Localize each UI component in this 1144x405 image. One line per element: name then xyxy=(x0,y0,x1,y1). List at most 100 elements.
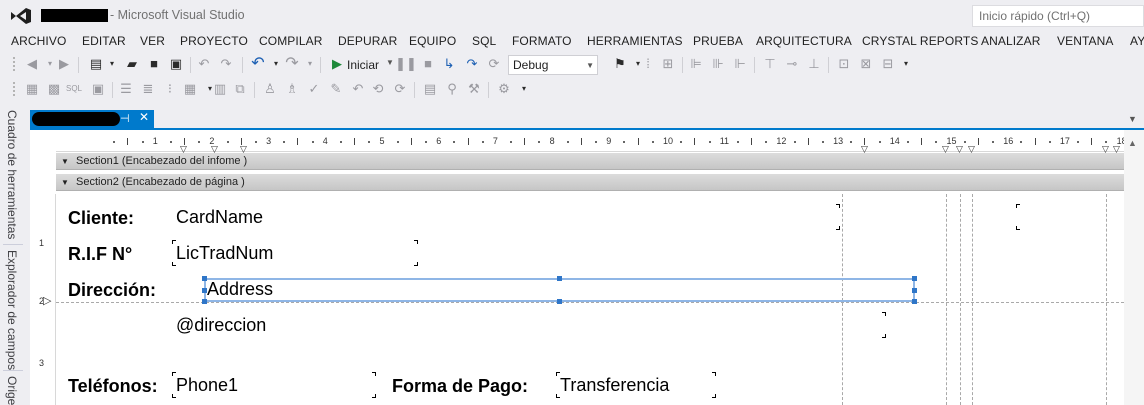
pencil-icon[interactable]: ✎ xyxy=(328,81,344,97)
resize-handle[interactable] xyxy=(912,299,917,304)
redo-disabled-icon[interactable]: ↷ xyxy=(218,56,234,72)
redo-dropdown-icon[interactable]: ▾ xyxy=(302,56,318,72)
menu-formato[interactable]: FORMATO xyxy=(512,34,572,48)
side-tab-field-explorer[interactable]: Explorador de campos xyxy=(5,250,19,370)
align-rights-icon[interactable]: ⊩ xyxy=(732,56,748,72)
toolbar-overflow-icon[interactable]: ▾ xyxy=(898,56,914,72)
start-button-label[interactable]: Iniciar xyxy=(347,58,379,72)
undo-disabled-icon[interactable]: ↶ xyxy=(196,56,212,72)
direccion-param-field[interactable]: @direccion xyxy=(174,312,886,338)
new-project-icon[interactable]: ▤ xyxy=(88,56,104,72)
restart-icon[interactable]: ⟳ xyxy=(486,56,502,72)
resize-handle[interactable] xyxy=(202,276,207,281)
section-header-2[interactable]: ▼ Section2 (Encabezado de página ) xyxy=(56,174,1124,191)
unnamed-field[interactable] xyxy=(1016,204,1108,230)
telefonos-field[interactable]: Phone1 xyxy=(172,372,376,398)
section-header-1[interactable]: ▼ Section1 (Encabezado del infome ) xyxy=(56,153,1124,170)
resize-handle[interactable] xyxy=(202,299,207,304)
collapse-arrow-icon[interactable]: ▼ xyxy=(61,157,69,166)
forma-pago-field[interactable]: Transferencia xyxy=(556,372,716,398)
tools-icon[interactable]: ⚙ xyxy=(496,81,512,97)
start-icon[interactable]: ▶ xyxy=(329,56,345,72)
collapse-arrow-icon[interactable]: ▼ xyxy=(61,178,69,187)
stop-icon[interactable]: ■ xyxy=(420,56,436,72)
side-tab-data-sources[interactable]: Orige xyxy=(5,376,19,405)
results-pane-icon[interactable]: ▣ xyxy=(90,81,106,97)
center-horizontally-icon[interactable]: ⊟ xyxy=(880,56,896,72)
group-by-icon[interactable]: ⁝ xyxy=(162,81,178,97)
resize-handle[interactable] xyxy=(912,276,917,281)
toolbar-grip[interactable] xyxy=(12,81,16,98)
debug-icon[interactable]: ♙ xyxy=(262,81,278,97)
verify-sql-icon[interactable]: ≣ xyxy=(140,81,156,97)
menu-editar[interactable]: EDITAR xyxy=(82,34,126,48)
cliente-field[interactable]: CardName xyxy=(174,204,840,230)
align-middles-icon[interactable]: ⊸ xyxy=(784,56,800,72)
rif-label[interactable]: R.I.F N° xyxy=(68,244,132,265)
pin-icon[interactable]: ⊣ xyxy=(120,112,130,125)
refresh-icon[interactable]: ⟳ xyxy=(392,81,408,97)
save-all-icon[interactable]: ▣ xyxy=(168,56,184,72)
menu-ver[interactable]: VER xyxy=(140,34,165,48)
menu-proyecto[interactable]: PROYECTO xyxy=(180,34,248,48)
check-icon[interactable]: ✓ xyxy=(306,81,322,97)
align-bottoms-icon[interactable]: ⊥ xyxy=(806,56,822,72)
menu-arquitectura[interactable]: ARQUITECTURA xyxy=(756,34,852,48)
query-designer-icon[interactable]: ▦ xyxy=(24,81,40,97)
menu-ayuda[interactable]: AY xyxy=(1130,34,1144,48)
resize-handle[interactable] xyxy=(912,288,917,293)
align-centers-icon[interactable]: ⊪ xyxy=(710,56,726,72)
menu-prueba[interactable]: PRUEBA xyxy=(693,34,743,48)
menu-compilar[interactable]: COMPILAR xyxy=(259,34,322,48)
menu-sql[interactable]: SQL xyxy=(472,34,496,48)
close-icon[interactable]: ✕ xyxy=(139,110,149,124)
step-into-icon[interactable]: ↳ xyxy=(441,56,457,72)
undo-icon[interactable]: ↶ xyxy=(250,56,266,72)
align-tops-icon[interactable]: ⊤ xyxy=(762,56,778,72)
undo-query-icon[interactable]: ↶ xyxy=(350,81,366,97)
menu-analizar[interactable]: ANALIZAR xyxy=(981,34,1040,48)
save-icon[interactable]: ■ xyxy=(146,56,162,72)
script-icon[interactable]: ▤ xyxy=(422,81,438,97)
document-tab[interactable] xyxy=(30,110,154,128)
section-guide-marker-icon[interactable]: ▷ xyxy=(43,294,51,307)
quick-launch-input[interactable]: Inicio rápido (Ctrl+Q) xyxy=(972,5,1144,27)
wrench-icon[interactable]: ⚒ xyxy=(466,81,482,97)
rif-field[interactable]: LicTradNum xyxy=(172,240,418,266)
menu-archivo[interactable]: ARCHIVO xyxy=(11,34,66,48)
forma-pago-label[interactable]: Forma de Pago: xyxy=(392,376,528,397)
sql-pane-icon[interactable]: SQL xyxy=(66,81,82,97)
add-table-icon[interactable]: ▦ xyxy=(182,81,198,97)
publish-icon[interactable]: ⚑ xyxy=(612,56,628,72)
forward-icon[interactable]: ▶ xyxy=(56,56,72,72)
make-same-size-icon[interactable]: ⊡ xyxy=(836,56,852,72)
menu-crystal-reports[interactable]: CRYSTAL REPORTS xyxy=(862,34,978,48)
align-grid-icon[interactable]: ⁞ xyxy=(640,56,656,72)
solution-configuration-select[interactable]: Debug ▼ xyxy=(508,55,598,75)
column-icon[interactable]: ▥ xyxy=(212,81,228,97)
execute-sql-icon[interactable]: ☰ xyxy=(118,81,134,97)
tab-list-dropdown-icon[interactable]: ▼ xyxy=(1128,114,1137,124)
open-icon[interactable]: ▰ xyxy=(124,56,140,72)
history-icon[interactable]: ⟲ xyxy=(370,81,386,97)
scroll-up-icon[interactable]: ▲ xyxy=(1128,138,1137,148)
resize-handle[interactable] xyxy=(202,288,207,293)
direccion-label[interactable]: Dirección: xyxy=(68,280,156,301)
start-dropdown-icon[interactable]: ▼ xyxy=(386,58,394,67)
report-section-canvas[interactable]: Cliente: CardName R.I.F N° LicTradNum Di… xyxy=(56,194,1124,405)
menu-depurar[interactable]: DEPURAR xyxy=(338,34,397,48)
align-left-icon[interactable]: ⊞ xyxy=(660,56,676,72)
undo-dropdown-icon[interactable]: ▾ xyxy=(268,56,284,72)
back-icon[interactable]: ◀ xyxy=(24,56,40,72)
menu-herramientas[interactable]: HERRAMIENTAS xyxy=(587,34,683,48)
new-dropdown-icon[interactable]: ▾ xyxy=(104,56,120,72)
pause-icon[interactable]: ❚❚ xyxy=(395,56,417,72)
size-to-grid-icon[interactable]: ⊠ xyxy=(858,56,874,72)
vertical-scrollbar[interactable]: ▲ xyxy=(1124,130,1144,405)
menu-equipo[interactable]: EQUIPO xyxy=(409,34,456,48)
step-icon[interactable]: ♗ xyxy=(284,81,300,97)
redo-icon[interactable]: ↷ xyxy=(284,56,300,72)
cliente-label[interactable]: Cliente: xyxy=(68,208,134,229)
side-tab-toolbox[interactable]: Cuadro de herramientas xyxy=(5,110,19,239)
resize-handle[interactable] xyxy=(557,299,562,304)
